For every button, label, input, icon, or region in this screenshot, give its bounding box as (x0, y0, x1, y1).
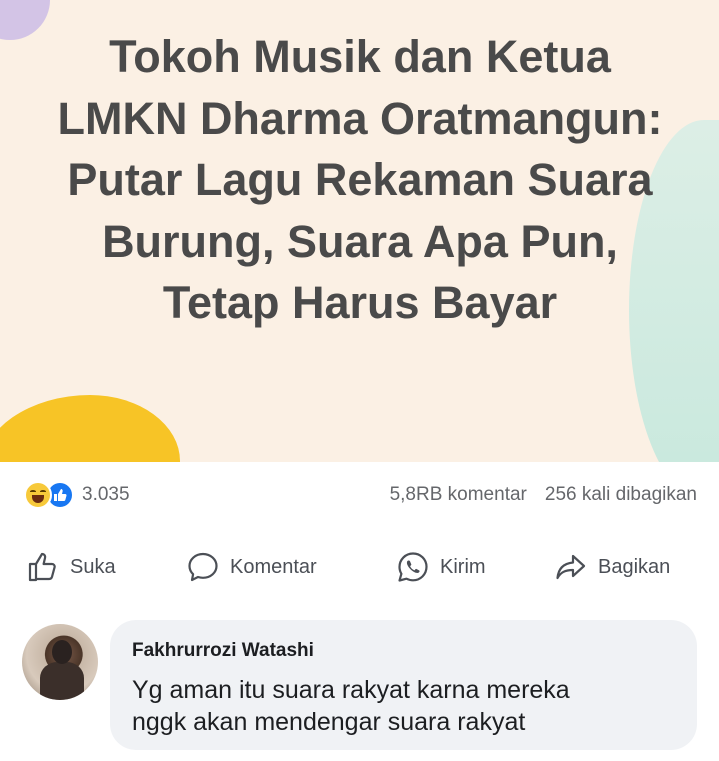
post-action-bar: Suka Komentar Kirim Bagikan (0, 530, 719, 604)
decorative-shape-yellow (0, 395, 180, 462)
haha-icon (24, 481, 52, 509)
post-stats-bar: 3.035 5,8RB komentar 256 kali dibagikan (0, 462, 719, 530)
whatsapp-icon (398, 552, 428, 582)
share-arrow-icon (556, 554, 586, 580)
comment-button[interactable]: Komentar (186, 550, 317, 584)
reactions-summary[interactable]: 3.035 (24, 480, 130, 510)
like-label: Suka (70, 555, 116, 578)
engagement-stats: 5,8RB komentar 256 kali dibagikan (390, 484, 697, 506)
comment-count[interactable]: 5,8RB komentar (390, 484, 527, 506)
share-label: Bagikan (598, 555, 671, 578)
send-label: Kirim (440, 555, 486, 578)
comment-bubble[interactable]: Fakhrurrozi Watashi Yg aman itu suara ra… (110, 620, 697, 750)
share-count[interactable]: 256 kali dibagikan (545, 484, 697, 506)
share-button[interactable]: Bagikan (554, 550, 670, 584)
comment-label: Komentar (230, 555, 317, 578)
post-headline: Tokoh Musik dan Ketua LMKN Dharma Oratma… (57, 31, 663, 328)
comment-item: Fakhrurrozi Watashi Yg aman itu suara ra… (0, 604, 719, 761)
reaction-count: 3.035 (82, 484, 130, 505)
post-image[interactable]: Tokoh Musik dan Ketua LMKN Dharma Oratma… (0, 0, 719, 462)
comment-icon (188, 552, 218, 582)
send-button[interactable]: Kirim (396, 550, 486, 584)
comment-text: Yg aman itu suara rakyat karna mereka ng… (132, 676, 570, 736)
like-button[interactable]: Suka (26, 550, 116, 584)
comment-author[interactable]: Fakhrurrozi Watashi (132, 640, 314, 662)
thumbs-up-icon (28, 552, 56, 582)
avatar[interactable] (22, 624, 98, 700)
